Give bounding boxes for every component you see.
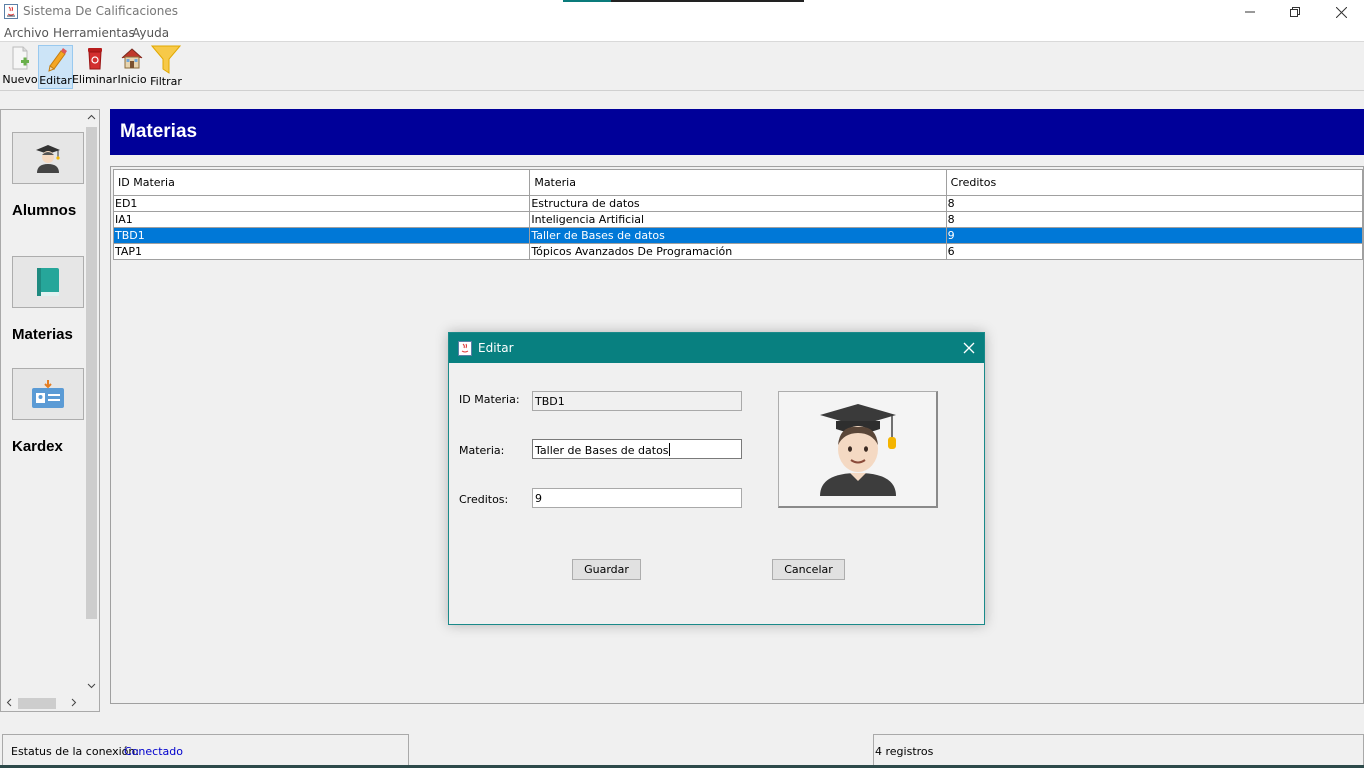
table-row[interactable]: ED1 Estructura de datos 8	[114, 196, 1362, 212]
dialog-title: Editar	[478, 341, 514, 355]
connection-status-value: Conectado	[124, 745, 183, 758]
section-header: Materias	[110, 109, 1364, 155]
save-button[interactable]: Guardar	[572, 559, 641, 580]
minimize-icon	[1245, 11, 1255, 13]
records-status-panel: 4 registros	[873, 734, 1364, 768]
recycle-bin-icon	[87, 48, 102, 70]
column-header-creditos[interactable]: Creditos	[947, 170, 1362, 195]
text-caret	[668, 443, 670, 456]
edit-button[interactable]: Editar	[38, 45, 73, 89]
close-window-button[interactable]	[1318, 0, 1364, 24]
cell-id: TBD1	[114, 228, 531, 243]
cell-id: ED1	[114, 196, 531, 211]
filter-button[interactable]: Filtrar	[150, 45, 182, 89]
scroll-up-icon[interactable]	[87, 113, 96, 122]
restore-icon	[1290, 7, 1300, 17]
column-header-id[interactable]: ID Materia	[114, 170, 531, 195]
subjects-label[interactable]: Materias	[12, 326, 73, 343]
id-card-icon	[32, 380, 64, 408]
materia-value: Taller de Bases de datos	[535, 444, 669, 457]
subjects-table: ID Materia Materia Creditos ED1 Estructu…	[113, 169, 1363, 260]
window-title-bar: Sistema De Calificaciones	[0, 0, 1364, 24]
menu-archivo[interactable]: Archivo	[4, 26, 49, 40]
student-image-button[interactable]	[778, 391, 938, 508]
creditos-field[interactable]: 9	[532, 488, 742, 508]
taskbar-line	[563, 0, 804, 2]
window-title: Sistema De Calificaciones	[23, 4, 179, 18]
delete-label: Eliminar	[71, 73, 118, 86]
table-row[interactable]: IA1 Inteligencia Artificial 8	[114, 212, 1362, 228]
book-icon	[37, 268, 59, 296]
cell-materia: Inteligencia Artificial	[530, 212, 947, 227]
menu-bar: Archivo Herramientas Ayuda	[0, 24, 1364, 42]
minimize-button[interactable]	[1227, 0, 1273, 24]
menu-herramientas[interactable]: Herramientas	[53, 26, 135, 40]
connection-status-label: Estatus de la conexión:	[11, 745, 140, 758]
students-label[interactable]: Alumnos	[12, 202, 76, 219]
restore-button[interactable]	[1272, 0, 1318, 24]
creditos-label: Creditos:	[459, 493, 509, 506]
scroll-down-icon[interactable]	[87, 681, 96, 690]
table-row[interactable]: TAP1 Tópicos Avanzados De Programación 6	[114, 244, 1362, 260]
records-count: 4 registros	[875, 745, 934, 758]
java-app-icon	[4, 4, 18, 19]
cell-id: TAP1	[114, 244, 531, 259]
cell-creditos: 9	[947, 229, 955, 242]
student-icon	[36, 145, 60, 173]
vertical-scrollbar[interactable]	[84, 110, 99, 695]
new-button[interactable]: Nuevo	[2, 45, 38, 89]
close-icon[interactable]	[963, 342, 975, 354]
cell-materia: Estructura de datos	[530, 196, 947, 211]
id-field[interactable]: TBD1	[532, 391, 742, 411]
materia-label: Materia:	[459, 444, 505, 457]
connection-status-panel: Estatus de la conexión: Conectado	[2, 734, 409, 768]
scroll-right-icon[interactable]	[69, 698, 78, 707]
java-app-icon	[458, 341, 472, 356]
cancel-button[interactable]: Cancelar	[772, 559, 845, 580]
new-document-icon	[12, 46, 29, 70]
edit-dialog: Editar ID Materia: TBD1 Materia: Taller …	[448, 332, 985, 625]
table-row-selected[interactable]: TBD1 Taller de Bases de datos 9	[114, 228, 1362, 244]
funnel-icon	[151, 45, 181, 74]
toolbar: Nuevo Editar Eliminar Inicio Filtrar	[0, 43, 1364, 91]
column-header-materia[interactable]: Materia	[530, 170, 947, 195]
page-title: Materias	[120, 121, 198, 142]
students-button[interactable]	[12, 132, 84, 184]
scroll-left-icon[interactable]	[5, 698, 14, 707]
cell-creditos: 8	[947, 213, 955, 226]
new-label: Nuevo	[2, 73, 38, 86]
kardex-label[interactable]: Kardex	[12, 438, 63, 455]
cell-creditos: 6	[947, 245, 955, 258]
cell-creditos: 8	[947, 197, 955, 210]
materia-field[interactable]: Taller de Bases de datos	[532, 439, 742, 459]
student-icon	[819, 404, 896, 496]
home-button[interactable]: Inicio	[116, 45, 148, 89]
cell-id: IA1	[114, 212, 531, 227]
horizontal-scroll-thumb[interactable]	[18, 698, 56, 709]
kardex-button[interactable]	[12, 368, 84, 420]
close-icon	[1335, 6, 1347, 18]
home-icon	[121, 48, 143, 69]
side-panel: Alumnos Materias Kardex	[0, 109, 100, 712]
cell-materia: Tópicos Avanzados De Programación	[530, 244, 947, 259]
delete-button[interactable]: Eliminar	[71, 45, 118, 89]
cell-materia: Taller de Bases de datos	[530, 228, 947, 243]
id-label: ID Materia:	[459, 393, 520, 406]
dialog-title-bar: Editar	[449, 333, 984, 363]
filter-label: Filtrar	[150, 75, 182, 88]
subjects-button[interactable]	[12, 256, 84, 308]
home-label: Inicio	[117, 73, 147, 86]
table-header-row: ID Materia Materia Creditos	[114, 170, 1362, 196]
horizontal-scrollbar[interactable]	[1, 695, 84, 711]
menu-ayuda[interactable]: Ayuda	[132, 26, 169, 40]
pencil-icon	[47, 48, 67, 72]
edit-label: Editar	[39, 74, 72, 87]
vertical-scroll-thumb[interactable]	[86, 127, 97, 619]
